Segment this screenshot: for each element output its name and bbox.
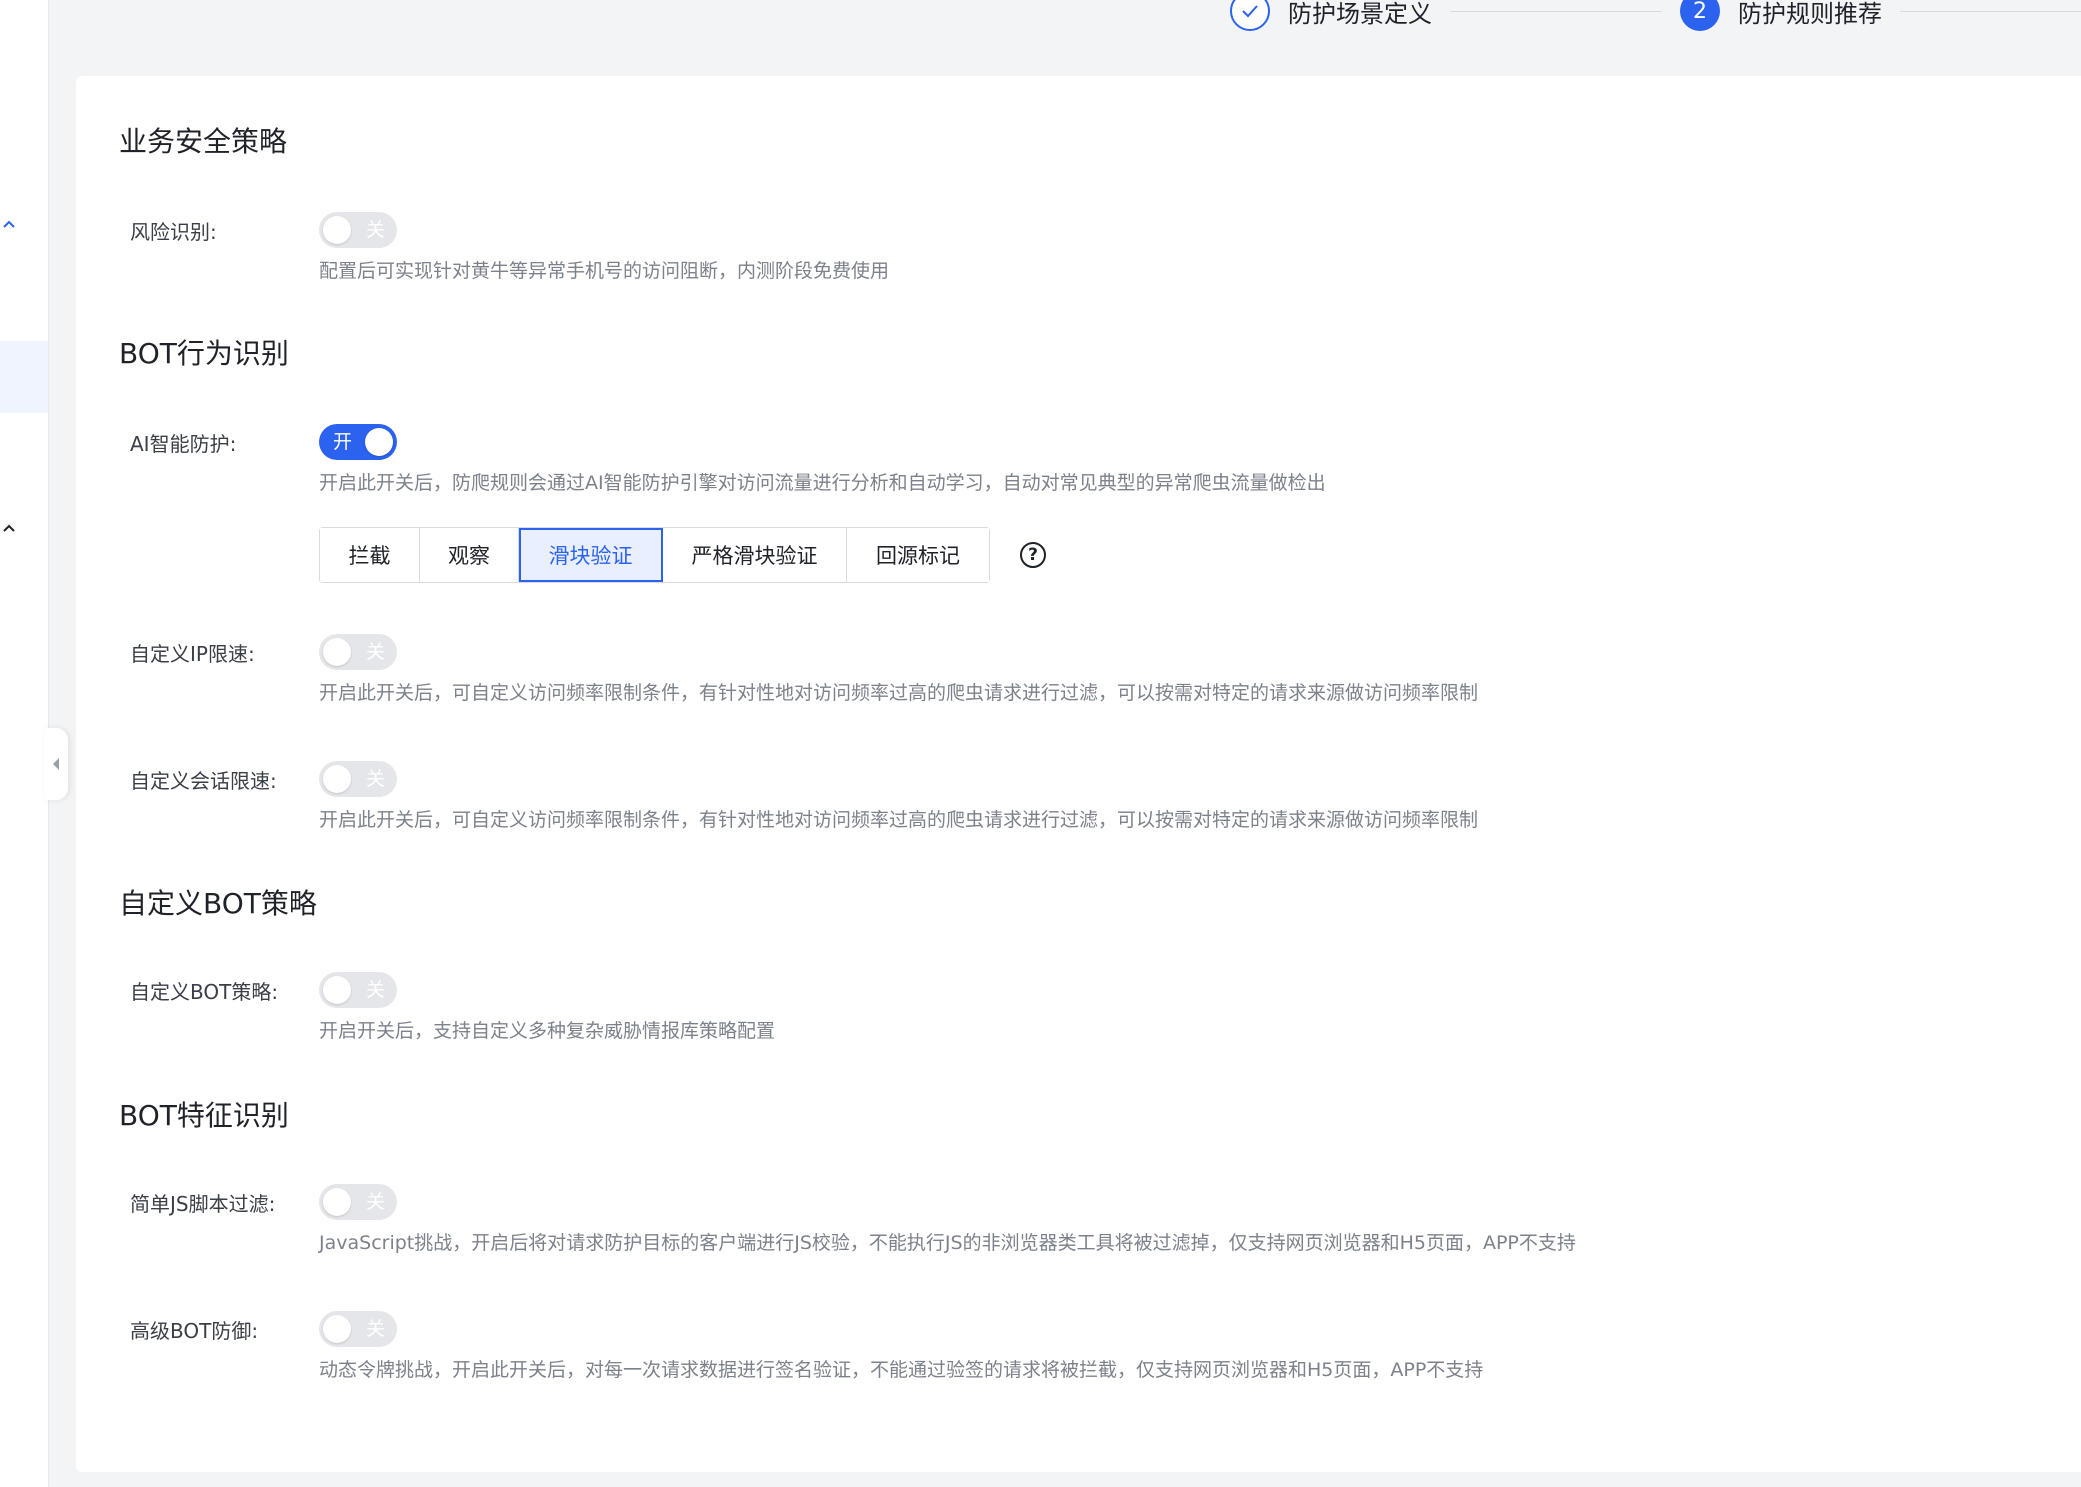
- switch-knob: [323, 765, 351, 793]
- sidebar-collapse-button[interactable]: [44, 728, 68, 800]
- switch-text: 关: [365, 1191, 385, 1213]
- action-slider-verify[interactable]: 滑块验证: [519, 528, 663, 582]
- action-strict-slider-verify[interactable]: 严格滑块验证: [663, 528, 847, 582]
- check-icon: [1242, 5, 1258, 18]
- action-observe[interactable]: 观察: [420, 528, 519, 582]
- custom-bot-policy-desc: 开启开关后，支持自定义多种复杂威胁情报库策略配置: [319, 1020, 776, 1042]
- caret-left-icon: [53, 758, 59, 770]
- step-connector: [1900, 10, 2081, 12]
- chevron-up-icon[interactable]: [0, 216, 18, 234]
- custom-bot-policy-label: 自定义BOT策略:: [130, 980, 279, 1004]
- session-limit-switch[interactable]: 关: [319, 761, 397, 797]
- switch-knob: [323, 1315, 351, 1343]
- advanced-bot-desc: 动态令牌挑战，开启此开关后，对每一次请求数据进行签名验证，不能通过验签的请求将被…: [319, 1359, 1484, 1381]
- js-filter-switch[interactable]: 关: [319, 1184, 397, 1220]
- section-title-custom-bot: 自定义BOT策略: [119, 887, 317, 920]
- risk-desc: 配置后可实现针对黄牛等异常手机号的访问阻断，内测阶段免费使用: [319, 260, 890, 282]
- ai-protection-switch[interactable]: 开: [319, 424, 397, 460]
- switch-knob: [365, 428, 393, 456]
- section-title-bot-feature: BOT特征识别: [119, 1099, 289, 1132]
- section-title-business: 业务安全策略: [119, 125, 288, 158]
- advanced-bot-label: 高级BOT防御:: [130, 1319, 259, 1343]
- switch-text: 关: [365, 219, 385, 241]
- help-glyph: ?: [1028, 545, 1038, 565]
- step-1-label: 防护场景定义: [1288, 0, 1432, 28]
- switch-text: 关: [365, 768, 385, 790]
- step-connector: [1450, 10, 1662, 12]
- switch-text: 关: [365, 979, 385, 1001]
- switch-text: 开: [333, 431, 353, 453]
- js-filter-label: 简单JS脚本过滤:: [130, 1192, 276, 1216]
- ip-limit-switch[interactable]: 关: [319, 634, 397, 670]
- switch-knob: [323, 1188, 351, 1216]
- switch-text: 关: [365, 1318, 385, 1340]
- step-1-circle: [1230, 0, 1270, 31]
- ip-limit-desc: 开启此开关后，可自定义访问频率限制条件，有针对性地对访问频率过高的爬虫请求进行过…: [319, 682, 1479, 704]
- help-icon[interactable]: ?: [1020, 542, 1046, 568]
- action-block[interactable]: 拦截: [320, 528, 420, 582]
- js-filter-desc: JavaScript挑战，开启后将对请求防护目标的客户端进行JS校验，不能执行J…: [319, 1232, 1576, 1254]
- sidebar-active-item[interactable]: [0, 341, 48, 413]
- advanced-bot-switch[interactable]: 关: [319, 1311, 397, 1347]
- rules-card: 业务安全策略 风险识别: 关 配置后可实现针对黄牛等异常手机号的访问阻断，内测阶…: [76, 76, 2081, 1472]
- risk-label: 风险识别:: [130, 220, 217, 244]
- section-title-bot-behavior: BOT行为识别: [119, 337, 289, 370]
- side-nav: [0, 0, 49, 1487]
- action-origin-mark[interactable]: 回源标记: [847, 528, 989, 582]
- switch-knob: [323, 216, 351, 244]
- ai-protection-desc: 开启此开关后，防爬规则会通过AI智能防护引擎对访问流量进行分析和自动学习，自动对…: [319, 472, 1326, 494]
- session-limit-desc: 开启此开关后，可自定义访问频率限制条件，有针对性地对访问频率过高的爬虫请求进行过…: [319, 809, 1479, 831]
- session-limit-label: 自定义会话限速:: [130, 769, 277, 793]
- ai-protection-label: AI智能防护:: [130, 432, 237, 456]
- step-progress: 防护场景定义 2 防护规则推荐: [1230, 0, 2081, 40]
- ip-limit-label: 自定义IP限速:: [130, 642, 255, 666]
- action-selector: 拦截 观察 滑块验证 严格滑块验证 回源标记: [319, 527, 990, 583]
- chevron-up-icon[interactable]: [0, 520, 18, 538]
- switch-text: 关: [365, 641, 385, 663]
- switch-knob: [323, 976, 351, 1004]
- risk-switch[interactable]: 关: [319, 212, 397, 248]
- step-2-label: 防护规则推荐: [1738, 0, 1882, 28]
- step-2-circle: 2: [1680, 0, 1720, 31]
- custom-bot-policy-switch[interactable]: 关: [319, 972, 397, 1008]
- switch-knob: [323, 638, 351, 666]
- step-2-number: 2: [1693, 0, 1707, 24]
